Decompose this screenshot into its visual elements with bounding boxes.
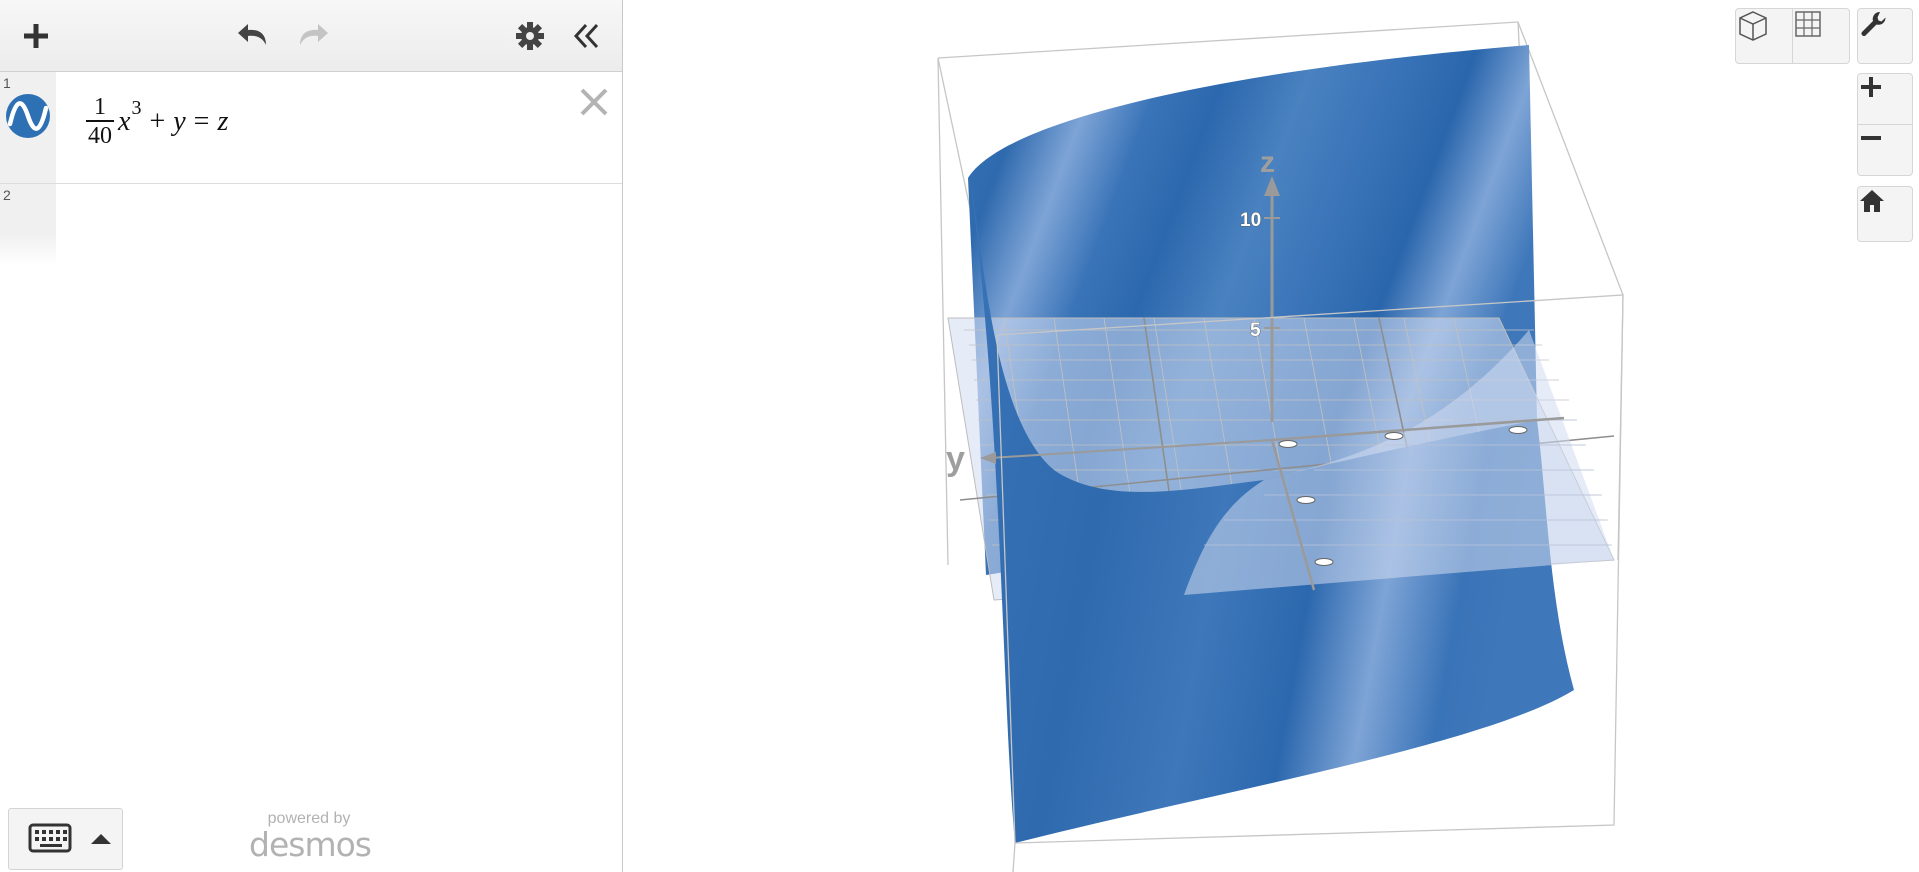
gear-icon: [516, 22, 544, 50]
cube-icon: [1739, 11, 1767, 41]
settings-button[interactable]: [506, 12, 554, 60]
add-expression-button[interactable]: [12, 12, 60, 60]
expression-index: 2: [3, 187, 11, 203]
home-button[interactable]: [1857, 186, 1913, 242]
powered-by-desmos[interactable]: powered by desmos: [249, 810, 372, 864]
expression-toolbar: [0, 0, 622, 72]
expression-list: 1 1 40 x 3 + y = z 2: [0, 72, 622, 802]
graph-canvas[interactable]: z y 10 5: [624, 0, 1919, 872]
view-2d-button[interactable]: [1792, 8, 1850, 64]
expression-panel: 1 1 40 x 3 + y = z 2 powered by desmos: [0, 0, 623, 872]
graph-settings-button[interactable]: [1857, 8, 1913, 64]
zoom-out-button[interactable]: [1857, 124, 1913, 176]
keyboard-icon: [28, 823, 111, 853]
close-icon: [580, 88, 608, 116]
expression-row[interactable]: 1 1 40 x 3 + y = z: [0, 72, 622, 184]
minus-icon: [1861, 136, 1881, 140]
z-tick-label-10: 10: [1240, 210, 1261, 231]
fraction: 1 40: [86, 94, 114, 150]
y-axis-label: y: [946, 440, 965, 478]
color-toggle-button[interactable]: [4, 92, 52, 140]
undo-button[interactable]: [230, 12, 278, 60]
graph-3d-scene[interactable]: z y 10 5: [624, 0, 1919, 872]
grid-icon: [1795, 11, 1821, 37]
keyboard-toggle-button[interactable]: [8, 808, 123, 870]
fraction-numerator: 1: [94, 94, 106, 121]
z-tick-label-5: 5: [1250, 320, 1261, 341]
variable-y: y: [173, 106, 186, 137]
exponent: 3: [131, 96, 142, 119]
fraction-denominator: 40: [88, 122, 112, 149]
double-chevron-left-icon: [573, 23, 599, 49]
variable-x: x: [118, 106, 131, 137]
expression-math[interactable]: 1 40 x 3 + y = z: [86, 92, 228, 152]
desmos-logo: desmos: [249, 825, 372, 864]
expression-gutter: 2: [0, 184, 56, 266]
expression-row-empty[interactable]: 2: [0, 184, 622, 266]
expression-index: 1: [3, 75, 11, 91]
redo-button[interactable]: [288, 12, 336, 60]
view-3d-button[interactable]: [1735, 8, 1793, 64]
zoom-in-button[interactable]: [1857, 73, 1913, 125]
desmos-3d-app: 1 1 40 x 3 + y = z 2 powered by desmos z…: [0, 0, 1919, 872]
equals-operator: =: [193, 106, 210, 137]
plus-operator: +: [149, 106, 166, 137]
home-icon: [1860, 190, 1884, 212]
plus-icon: [24, 24, 48, 48]
undo-icon: [238, 24, 266, 45]
plus-icon: [1861, 77, 1881, 97]
redo-icon: [300, 24, 328, 45]
delete-expression-button[interactable]: [576, 84, 612, 120]
variable-z: z: [217, 106, 229, 137]
wrench-icon: [1861, 11, 1886, 36]
caret-up-icon: [91, 834, 111, 844]
z-axis-label: z: [1260, 146, 1275, 179]
expression-gutter: 1: [0, 72, 56, 183]
collapse-panel-button[interactable]: [562, 12, 610, 60]
wave-icon: [6, 94, 50, 138]
